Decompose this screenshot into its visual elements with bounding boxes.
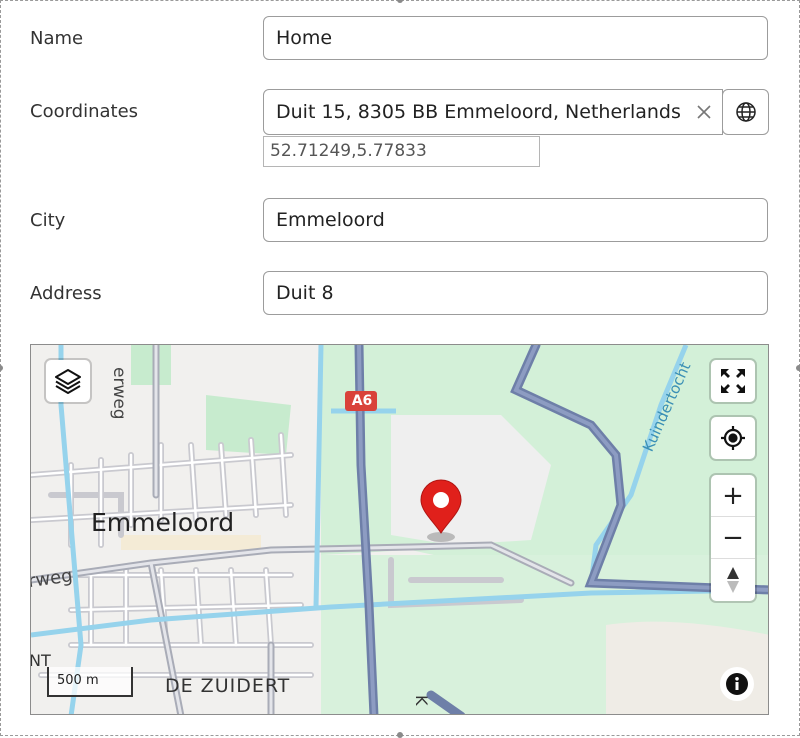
- city-field[interactable]: Emmeloord: [263, 198, 768, 242]
- scale-bar: 500 m: [47, 667, 133, 697]
- edge-label-bottom: K: [412, 695, 431, 706]
- locate-button[interactable]: [711, 417, 755, 459]
- address-label: Address: [30, 283, 102, 304]
- coordinates-search-field[interactable]: Duit 15, 8305 BB Emmeloord, Netherlands: [263, 89, 723, 135]
- coordinates-label: Coordinates: [30, 101, 139, 122]
- resize-handle-right[interactable]: [796, 365, 800, 371]
- road-label-top: erweg: [109, 367, 129, 420]
- latlng-field[interactable]: 52.71249,5.77833: [263, 136, 540, 167]
- highway-shield-label: A6: [351, 393, 373, 409]
- name-field[interactable]: Home: [263, 16, 768, 60]
- name-label: Name: [30, 28, 84, 49]
- zoom-in-button[interactable]: +: [711, 475, 755, 517]
- attribution-button[interactable]: [720, 667, 754, 701]
- compass-icon: [727, 567, 739, 593]
- zoom-control: + −: [711, 475, 755, 601]
- city-label: City: [30, 210, 66, 231]
- fullscreen-icon: [721, 369, 745, 393]
- resize-handle-bottom[interactable]: [397, 732, 403, 738]
- globe-icon: [735, 102, 756, 122]
- fullscreen-button[interactable]: [711, 360, 755, 402]
- locate-icon: [721, 426, 745, 450]
- address-field[interactable]: Duit 8: [263, 271, 768, 315]
- geocode-button[interactable]: [722, 89, 769, 135]
- town-label: Emmeloord: [91, 508, 235, 537]
- close-icon[interactable]: [693, 101, 715, 123]
- district-label: DE ZUIDERT: [165, 675, 291, 697]
- marker-dot: [433, 492, 449, 508]
- layers-icon: [55, 369, 81, 394]
- info-icon: [726, 673, 748, 695]
- zoom-out-button[interactable]: −: [711, 517, 755, 559]
- layers-button[interactable]: [46, 360, 90, 402]
- compass-button[interactable]: [711, 559, 755, 601]
- map-view[interactable]: A6 Emmeloord DE ZUIDERT erweg erweg Kuin…: [30, 344, 769, 715]
